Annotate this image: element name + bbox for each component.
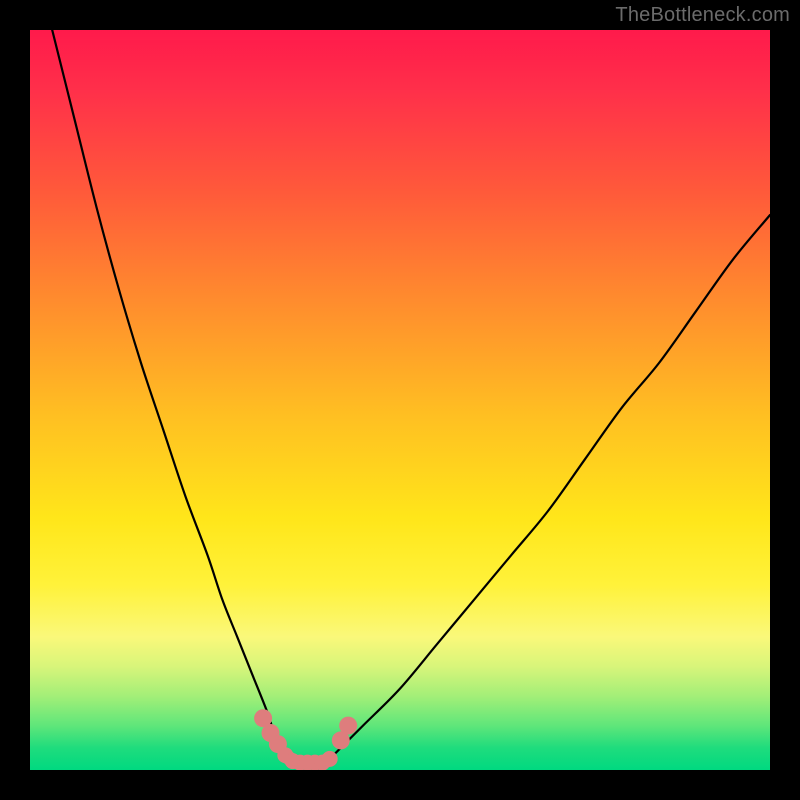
chart-frame: TheBottleneck.com [0,0,800,800]
marker-group [254,709,357,770]
chart-overlay [30,30,770,770]
marker-dot [339,717,357,735]
chart-plot-area [30,30,770,770]
marker-dot [322,751,338,767]
watermark-text: TheBottleneck.com [615,4,790,27]
curve-left [52,30,289,763]
curve-right [326,215,770,763]
